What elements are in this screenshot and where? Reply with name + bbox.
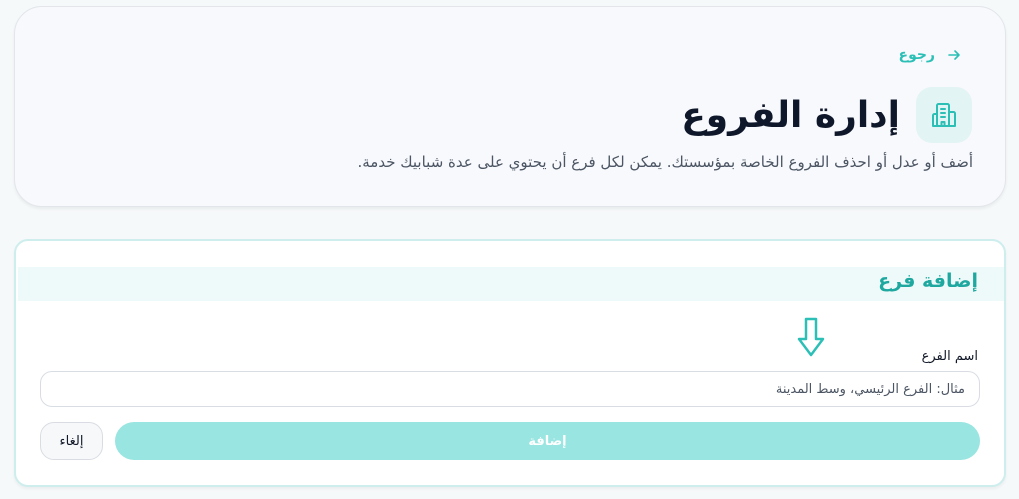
header-card: رجوع إدارة الفروع أضف أو عدل أو احذف الف… [14, 6, 1006, 207]
cancel-button[interactable]: إلغاء [40, 422, 103, 460]
arrow-down-icon [797, 317, 825, 357]
title-row: إدارة الفروع [681, 87, 972, 143]
back-link[interactable]: رجوع [899, 47, 962, 63]
branch-name-label: اسم الفرع [921, 349, 978, 364]
arrow-right-icon [947, 48, 961, 62]
back-label: رجوع [898, 47, 936, 63]
add-branch-card: إضافة فرع اسم الفرع إضافة إلغاء [14, 239, 1006, 487]
form-header-band [18, 267, 1004, 301]
branch-name-input[interactable] [40, 371, 980, 407]
add-button[interactable]: إضافة [115, 422, 980, 460]
building-icon [916, 87, 972, 143]
page-title: إدارة الفروع [681, 94, 900, 136]
form-title: إضافة فرع [878, 270, 978, 292]
page-subtitle: أضف أو عدل أو احذف الفروع الخاصة بمؤسستك… [357, 153, 974, 171]
page: رجوع إدارة الفروع أضف أو عدل أو احذف الف… [0, 0, 1019, 499]
